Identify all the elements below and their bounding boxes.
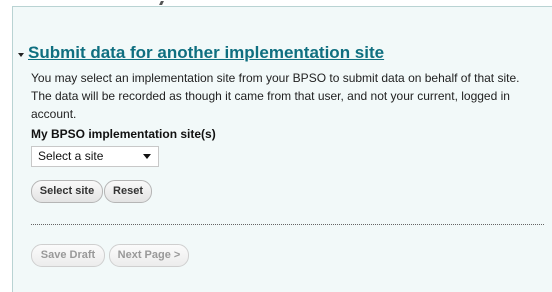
- top-tick-mark: [159, 1, 164, 5]
- select-site-button[interactable]: Select site: [31, 180, 103, 203]
- site-select[interactable]: Select a site: [31, 146, 159, 167]
- site-select-value: Select a site: [38, 149, 104, 163]
- next-page-button[interactable]: Next Page >: [109, 244, 189, 267]
- save-draft-button[interactable]: Save Draft: [31, 244, 105, 267]
- section-title-link[interactable]: Submit data for another implementation s…: [28, 43, 384, 63]
- collapse-caret-icon[interactable]: [18, 52, 24, 57]
- section-description: You may select an implementation site fr…: [31, 71, 520, 121]
- site-field-label: My BPSO implementation site(s): [31, 127, 216, 141]
- section-divider: [31, 224, 544, 225]
- section-header[interactable]: Submit data for another implementation s…: [18, 43, 384, 63]
- reset-button[interactable]: Reset: [104, 180, 152, 203]
- dropdown-arrow-icon: [143, 154, 151, 159]
